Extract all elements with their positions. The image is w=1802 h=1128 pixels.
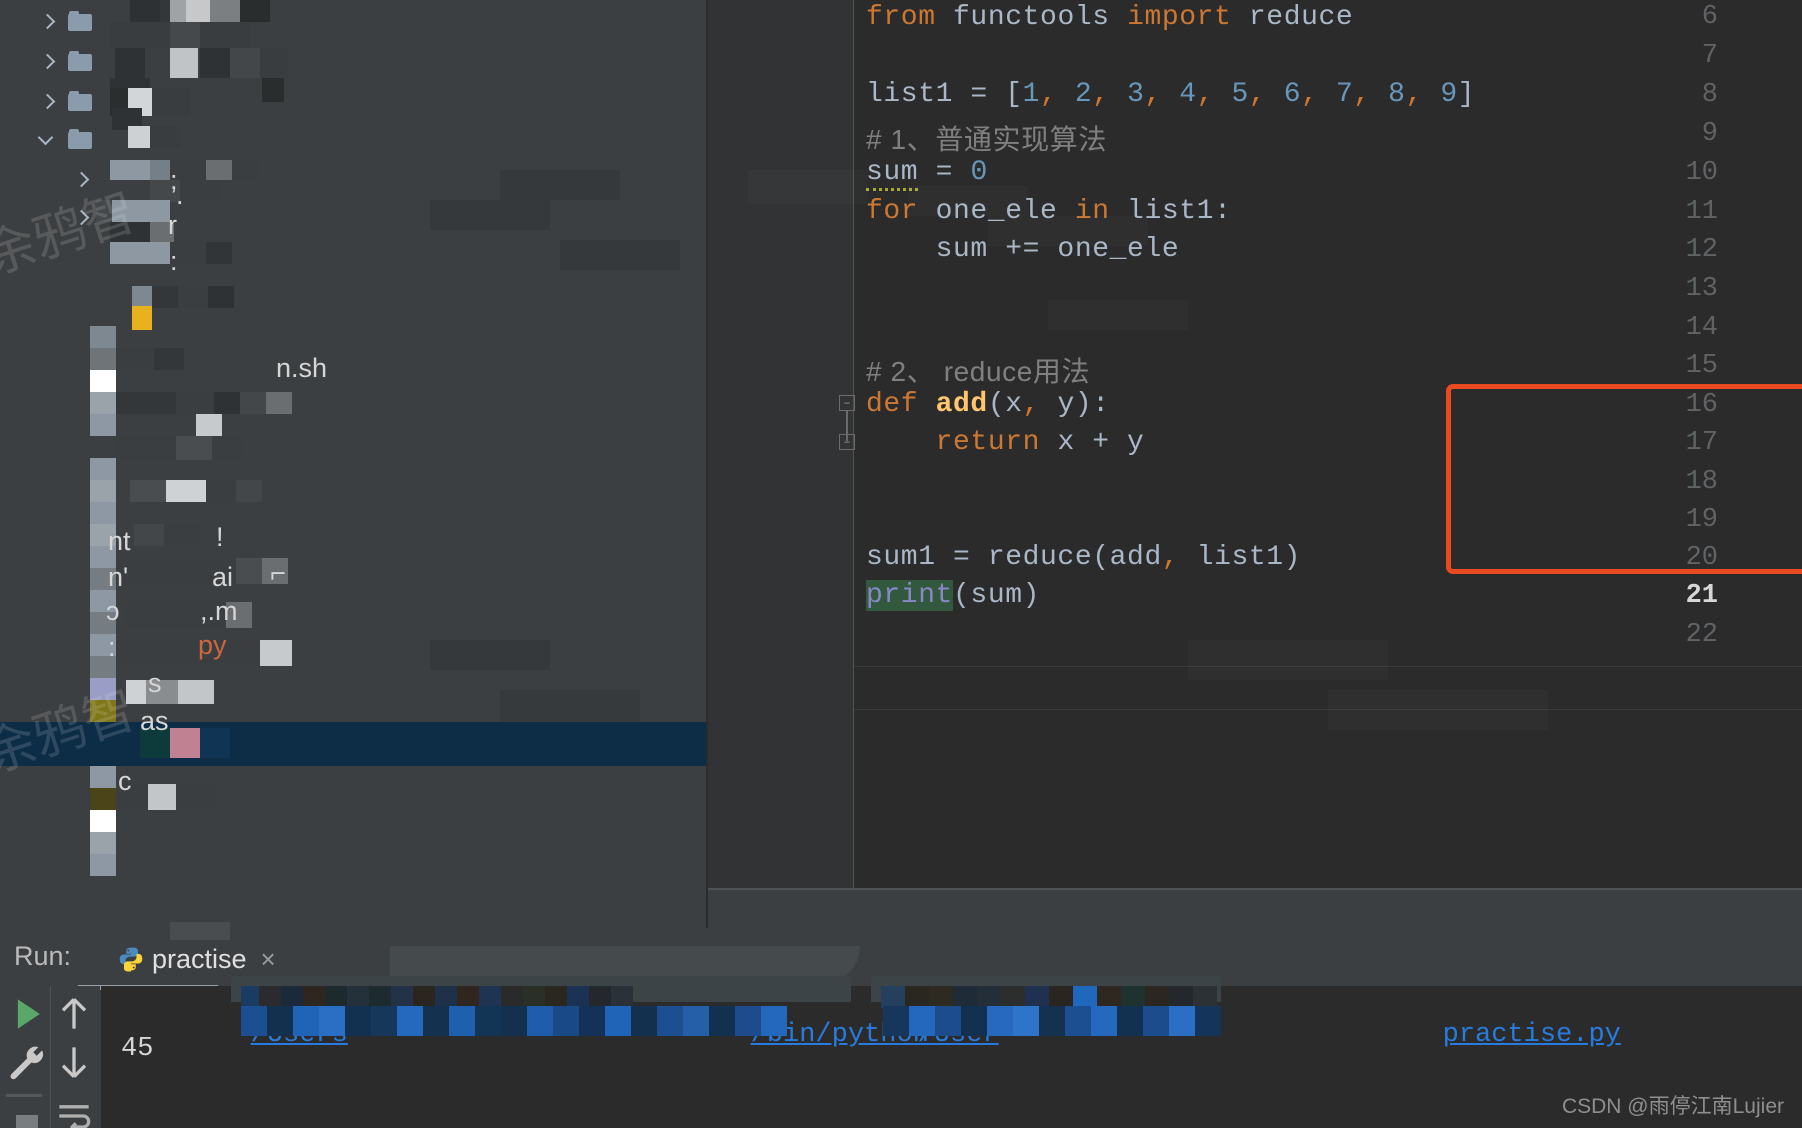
file-name-fragment: r [168, 210, 177, 240]
blur-artifact [1188, 640, 1388, 680]
console-command-line-4: practise.py [1313, 990, 1621, 1080]
tree-row-expanded[interactable] [0, 118, 708, 162]
file-name-fragment: n.sh [276, 353, 328, 383]
file-name-fragment: : [108, 632, 116, 662]
stop-icon[interactable] [5, 1104, 49, 1128]
line-number: 8 [1701, 80, 1718, 110]
run-tool-window[interactable]: Run: practise × /bin/python practise.py … [0, 922, 1802, 1128]
file-name-fragment: ɔ [106, 596, 120, 626]
code-line-10: sum = 0 [866, 157, 988, 191]
run-label: Run: [14, 941, 72, 971]
folder-icon [66, 129, 94, 151]
line-number-current: 21 [1685, 581, 1718, 611]
file-name-fragment: : [170, 246, 178, 276]
file-name-fragment: py [198, 630, 227, 660]
chevron-right-icon[interactable] [36, 11, 58, 33]
console-output-value: 45 [121, 1034, 154, 1064]
toolbar-separator [50, 986, 51, 1128]
line-number: 19 [1685, 505, 1718, 535]
folder-icon [66, 11, 94, 33]
folder-icon [66, 51, 94, 73]
file-name-fragment: s [148, 668, 162, 698]
code-line-8: list1 = [1, 2, 3, 4, 5, 6, 7, 8, 9] [866, 79, 1476, 110]
tree-row[interactable] [0, 0, 708, 44]
file-name-fragment: nt [108, 526, 131, 556]
line-number: 18 [1685, 467, 1718, 497]
line-number: 12 [1685, 235, 1718, 265]
code-line-17: return x + y [935, 427, 1145, 458]
line-number: 11 [1685, 197, 1718, 227]
fold-marker-icon[interactable]: – [839, 395, 855, 411]
blur-artifact [988, 216, 1148, 246]
tree-row[interactable] [0, 40, 708, 84]
line-number: 9 [1701, 119, 1718, 149]
line-number: 15 [1685, 351, 1718, 381]
code-editor[interactable]: 6 7 8 9 10 11 12 13 14 15 16 17 18 19 20… [708, 0, 1802, 890]
blur-artifact [908, 186, 1028, 216]
line-number: 13 [1685, 274, 1718, 304]
chevron-right-icon[interactable] [36, 51, 58, 73]
wrench-icon[interactable] [5, 1040, 49, 1084]
editor-gutter[interactable] [708, 0, 854, 890]
soft-wrap-icon[interactable] [52, 1094, 96, 1128]
editor-bottom-divider [708, 888, 1802, 890]
line-number: 6 [1701, 2, 1718, 32]
blur-artifact [1328, 690, 1548, 730]
code-line-9: # 1、普通实现算法 [866, 124, 1107, 155]
code-line-15: # 2、 reduce用法 [866, 356, 1091, 387]
file-name-fragment: ai [212, 562, 234, 592]
close-icon[interactable]: × [261, 944, 276, 975]
csdn-watermark: CSDN @雨停江南Lujier [1561, 1095, 1784, 1118]
fold-marker-icon[interactable]: – [839, 434, 855, 450]
folder-icon [66, 91, 94, 113]
project-tool-window[interactable]: n.sh nt ! n' ai ⌐ ɔ ,.m : py s as c ; . … [0, 0, 708, 928]
file-name-fragment: as [140, 706, 169, 736]
red-highlight-rectangle [1446, 384, 1802, 574]
file-name-fragment: . [176, 180, 184, 210]
code-line-6: from functools import reduce [866, 2, 1354, 33]
line-number: 17 [1685, 428, 1718, 458]
code-line-20: sum1 = reduce(add, list1) [866, 542, 1302, 573]
file-name-fragment: ⌐ [270, 558, 286, 588]
python-icon [118, 946, 144, 972]
mosaic-block [200, 728, 230, 758]
file-name-fragment: ! [216, 522, 224, 552]
code-line-21: print(sum) [866, 580, 1041, 611]
chevron-down-icon[interactable] [36, 129, 58, 151]
line-number: 16 [1685, 390, 1718, 420]
file-name-fragment: ,.m [200, 596, 238, 626]
line-number: 20 [1685, 543, 1718, 573]
code-line-16: def add(x, y): [866, 389, 1110, 420]
blur-artifact [1048, 300, 1188, 330]
arrow-up-icon[interactable] [52, 992, 96, 1036]
mosaic-block [170, 922, 230, 940]
console-path-4[interactable]: practise.py [1443, 1020, 1621, 1050]
chevron-right-icon[interactable] [36, 91, 58, 113]
file-name-fragment: c [118, 766, 132, 796]
tab-label: practise [152, 943, 247, 974]
line-number: 22 [1685, 620, 1718, 650]
line-number: 7 [1701, 41, 1718, 71]
file-name-fragment: n' [108, 562, 129, 592]
line-number: 14 [1685, 313, 1718, 343]
run-icon[interactable] [5, 992, 49, 1036]
blur-artifact [748, 170, 868, 204]
run-console[interactable]: /Users /bin/python /User practise.py [101, 976, 1802, 1128]
line-number: 10 [1685, 158, 1718, 188]
mosaic-block [230, 728, 260, 758]
ide-window: n.sh nt ! n' ai ⌐ ɔ ,.m : py s as c ; . … [0, 0, 1802, 1128]
mosaic-block [170, 728, 200, 758]
toolbar-divider [6, 1094, 42, 1097]
arrow-down-icon[interactable] [52, 1040, 96, 1084]
